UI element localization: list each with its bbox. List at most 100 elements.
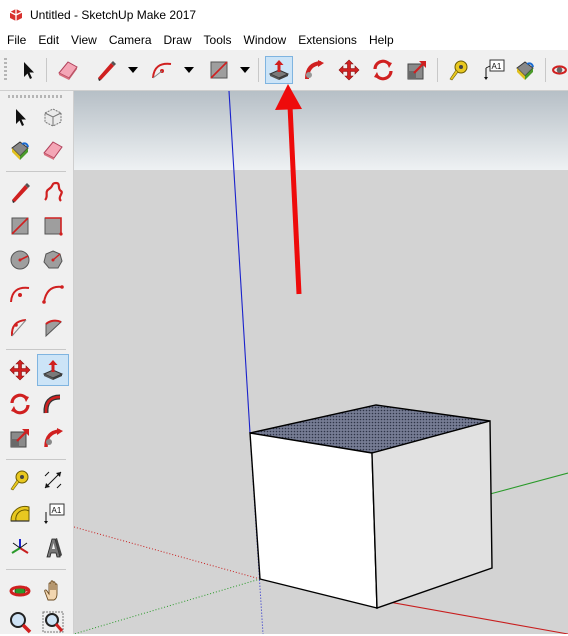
eraser-icon bbox=[43, 141, 63, 160]
cube-front-face[interactable] bbox=[249, 432, 378, 609]
paint-bucket-button[interactable] bbox=[511, 56, 539, 84]
toolbar-separator bbox=[6, 569, 66, 570]
push-pull-icon bbox=[268, 60, 290, 80]
dimension-icon bbox=[44, 471, 62, 489]
pencil-line-icon bbox=[12, 183, 30, 203]
scene-canvas bbox=[74, 91, 568, 634]
left-select-button[interactable] bbox=[6, 103, 34, 131]
toolbar-separator bbox=[6, 459, 66, 460]
left-text-tool-label: A1 bbox=[52, 506, 62, 515]
menu-edit[interactable]: Edit bbox=[32, 33, 65, 47]
orbit-icon bbox=[9, 585, 31, 597]
drawing-viewport[interactable] bbox=[74, 91, 568, 634]
text-label-icon: A1 bbox=[44, 503, 65, 524]
paint-bucket-icon bbox=[11, 141, 29, 160]
menu-file[interactable]: File bbox=[0, 33, 32, 47]
left-eraser-button[interactable] bbox=[39, 136, 67, 164]
pan-hand-icon bbox=[44, 580, 58, 601]
left-three-point-arc-button[interactable] bbox=[6, 314, 34, 342]
window-title: Untitled - SketchUp Make 2017 bbox=[30, 8, 197, 22]
left-arc-button[interactable] bbox=[6, 280, 34, 308]
zoom-icon bbox=[10, 612, 32, 634]
polygon-icon bbox=[43, 250, 63, 269]
menu-view[interactable]: View bbox=[65, 33, 103, 47]
menu-help[interactable]: Help bbox=[363, 33, 400, 47]
toolbar-separator bbox=[545, 58, 546, 82]
tape-measure-icon bbox=[449, 60, 468, 81]
left-line-button[interactable] bbox=[6, 178, 34, 206]
left-push-pull-button[interactable] bbox=[37, 354, 69, 386]
line-button[interactable] bbox=[92, 56, 120, 84]
left-paint-bucket-button[interactable] bbox=[6, 136, 34, 164]
rectangle-button[interactable] bbox=[205, 56, 233, 84]
left-follow-me-button[interactable] bbox=[39, 390, 67, 418]
partial-toolbar-button[interactable] bbox=[551, 56, 568, 84]
left-circle-button[interactable] bbox=[6, 246, 34, 274]
left-offset-button[interactable] bbox=[39, 424, 67, 452]
line-dropdown-arrow[interactable] bbox=[128, 67, 138, 73]
left-freehand-button[interactable] bbox=[39, 178, 67, 206]
pencil-line-icon bbox=[98, 61, 116, 81]
arc-icon bbox=[10, 286, 30, 303]
left-make-component-button[interactable] bbox=[39, 103, 67, 131]
sketchup-logo-icon bbox=[8, 7, 24, 23]
menu-extensions[interactable]: Extensions bbox=[292, 33, 363, 47]
sky bbox=[74, 91, 568, 170]
main-toolbar: A1 bbox=[0, 50, 568, 91]
left-rotated-rectangle-button[interactable] bbox=[39, 212, 67, 240]
left-two-point-arc-button[interactable] bbox=[39, 280, 67, 308]
move-icon bbox=[9, 359, 31, 381]
menu-window[interactable]: Window bbox=[238, 33, 293, 47]
rotate-button[interactable] bbox=[369, 56, 397, 84]
left-axes-button[interactable] bbox=[6, 534, 34, 562]
left-zoom-button[interactable] bbox=[6, 608, 34, 636]
left-3d-text-button[interactable] bbox=[39, 534, 67, 562]
orbit-icon bbox=[552, 65, 567, 75]
toolbar-grip[interactable] bbox=[8, 95, 64, 98]
scale-icon bbox=[10, 429, 29, 448]
left-protractor-button[interactable] bbox=[6, 500, 34, 528]
rectangle-dropdown-arrow[interactable] bbox=[240, 67, 250, 73]
paint-bucket-icon bbox=[516, 61, 534, 80]
rectangle-icon bbox=[210, 61, 228, 79]
left-zoom-window-button[interactable] bbox=[39, 608, 67, 636]
left-move-button[interactable] bbox=[6, 356, 34, 384]
large-tool-set: A1 bbox=[0, 91, 74, 634]
left-pie-button[interactable] bbox=[39, 314, 67, 342]
move-icon bbox=[338, 59, 360, 81]
left-rectangle-button[interactable] bbox=[6, 212, 34, 240]
tape-measure-button[interactable] bbox=[445, 56, 473, 84]
text-button[interactable]: A1 bbox=[479, 56, 507, 84]
push-pull-icon bbox=[42, 360, 64, 380]
axes-icon bbox=[11, 539, 29, 554]
select-button[interactable] bbox=[14, 56, 42, 84]
pie-icon bbox=[45, 319, 62, 338]
arc-button[interactable] bbox=[148, 56, 176, 84]
offset-icon bbox=[44, 428, 63, 448]
text-label-icon: A1 bbox=[484, 59, 505, 80]
toolbar-separator bbox=[6, 349, 66, 350]
eraser-button[interactable] bbox=[54, 56, 82, 84]
toolbar-separator bbox=[46, 58, 47, 82]
arc-dropdown-arrow[interactable] bbox=[184, 67, 194, 73]
follow-me-icon bbox=[305, 60, 324, 80]
left-dimension-button[interactable] bbox=[39, 466, 67, 494]
scale-button[interactable] bbox=[403, 56, 431, 84]
toolbar-grip[interactable] bbox=[4, 58, 7, 82]
move-button[interactable] bbox=[335, 56, 363, 84]
rotated-rectangle-icon bbox=[44, 217, 63, 236]
left-text-button[interactable]: A1 bbox=[39, 500, 67, 528]
freehand-icon bbox=[44, 181, 63, 202]
push-pull-button[interactable] bbox=[265, 56, 293, 84]
left-orbit-button[interactable] bbox=[6, 577, 34, 605]
left-polygon-button[interactable] bbox=[39, 246, 67, 274]
left-tape-measure-button[interactable] bbox=[6, 466, 34, 494]
left-rotate-button[interactable] bbox=[6, 390, 34, 418]
left-pan-button[interactable] bbox=[39, 577, 67, 605]
arc-icon bbox=[152, 62, 172, 79]
menu-camera[interactable]: Camera bbox=[103, 33, 158, 47]
follow-me-button[interactable] bbox=[300, 56, 328, 84]
menu-draw[interactable]: Draw bbox=[158, 33, 198, 47]
left-scale-button[interactable] bbox=[6, 424, 34, 452]
menu-tools[interactable]: Tools bbox=[198, 33, 238, 47]
